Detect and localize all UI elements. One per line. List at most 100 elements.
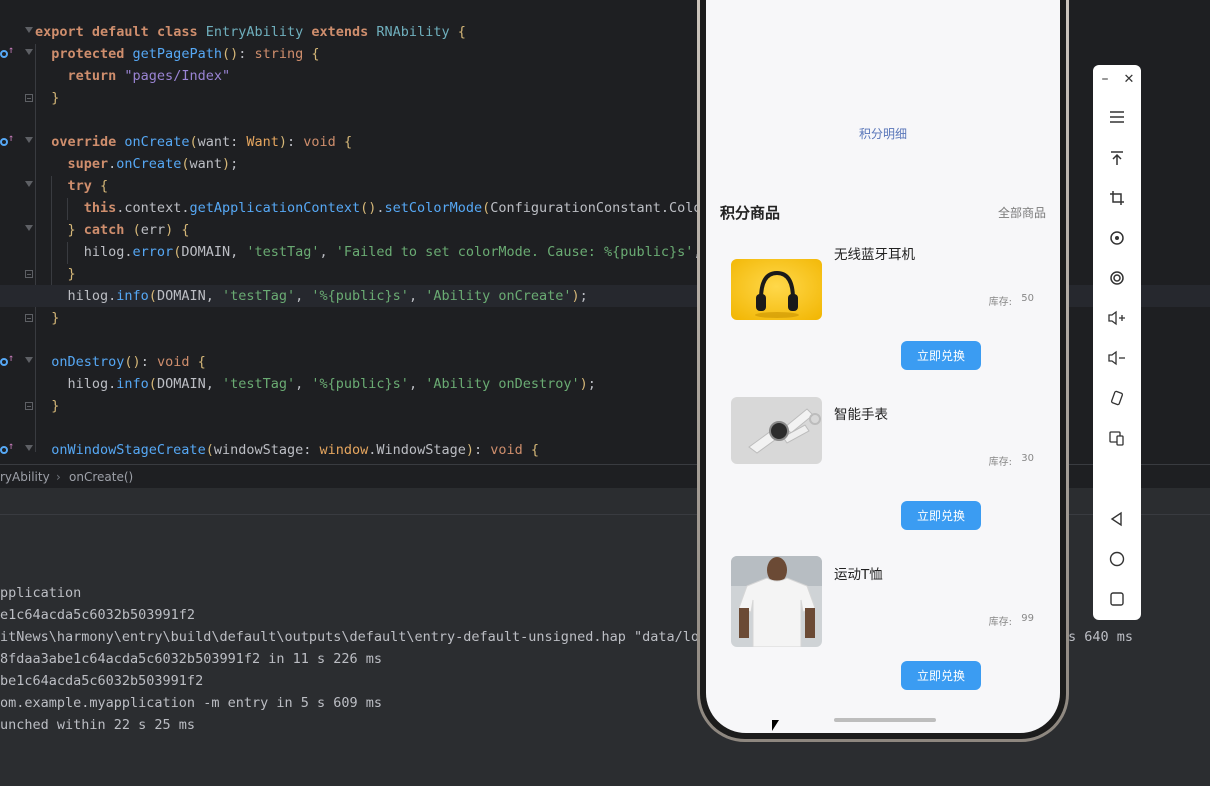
code-text: onDestroy(): void {: [35, 351, 205, 373]
breadcrumb-class[interactable]: ryAbility: [0, 466, 50, 488]
code-token: ) {: [165, 222, 190, 238]
code-token: try: [67, 178, 101, 194]
override-marker-icon[interactable]: ↑: [0, 442, 14, 456]
code-token: want:: [197, 134, 247, 150]
menu-icon[interactable]: [1105, 105, 1129, 129]
code-text: }: [35, 395, 59, 417]
code-token: return: [67, 68, 125, 84]
fold-toggle-icon[interactable]: [25, 357, 33, 366]
section-title: 积分商品: [720, 204, 781, 222]
code-token: info: [116, 288, 149, 304]
crop-screenshot-icon[interactable]: [1105, 186, 1129, 210]
back-icon[interactable]: [1105, 507, 1129, 531]
log-line: om.example.myapplication -m entry in 5 s…: [0, 695, 383, 711]
code-token: :: [140, 354, 157, 370]
code-token: getApplicationContext: [189, 200, 361, 216]
code-token: onWindowStageCreate: [51, 442, 206, 458]
fold-toggle-icon[interactable]: [25, 225, 33, 234]
code-token: 'testTag': [221, 288, 296, 304]
code-token: export: [35, 24, 92, 40]
override-marker-icon[interactable]: ↑: [0, 354, 14, 368]
code-token: (: [189, 134, 198, 150]
code-token: super: [67, 156, 109, 172]
fold-toggle-icon[interactable]: [25, 270, 33, 278]
pin-to-top-icon[interactable]: [1105, 146, 1129, 170]
code-token: :: [287, 134, 304, 150]
code-token: hilog.: [35, 244, 133, 260]
emulator-toolbar: – ✕: [1093, 65, 1141, 620]
points-detail-link[interactable]: 积分明细: [706, 125, 1060, 142]
close-button[interactable]: ✕: [1117, 67, 1141, 91]
code-token: (): [124, 354, 141, 370]
override-marker-icon[interactable]: ↑: [0, 134, 14, 148]
code-token: windowStage:: [213, 442, 320, 458]
log-line: e1c64acda5c6032b503991f2: [0, 607, 196, 623]
code-token: catch: [83, 222, 133, 238]
code-token: info: [116, 376, 149, 392]
redeem-button[interactable]: 立即兑换: [901, 501, 981, 530]
minimize-button[interactable]: –: [1093, 67, 1117, 91]
redeem-button[interactable]: 立即兑换: [901, 661, 981, 690]
code-token: err: [140, 222, 166, 238]
product-card: 运动T恤 库存: 99 立即兑换: [706, 556, 1060, 720]
fold-toggle-icon[interactable]: [25, 137, 33, 146]
code-token: ,: [408, 288, 426, 304]
shake-icon[interactable]: [1105, 386, 1129, 410]
code-text: try {: [35, 175, 109, 197]
home-icon[interactable]: [1105, 547, 1129, 571]
code-token: ;: [230, 156, 239, 172]
smartwatch-image: [731, 397, 822, 464]
home-indicator[interactable]: [834, 718, 936, 722]
volume-down-icon[interactable]: [1105, 346, 1129, 370]
code-token: (): [221, 46, 239, 62]
fold-toggle-icon[interactable]: [25, 94, 33, 102]
rotate-icon[interactable]: [1105, 226, 1129, 250]
code-text: protected getPagePath(): string {: [35, 43, 319, 65]
code-token: want: [189, 156, 222, 172]
volume-up-icon[interactable]: [1105, 306, 1129, 330]
multi-device-icon[interactable]: [1105, 426, 1129, 450]
code-token: }: [51, 398, 60, 414]
code-token: 'testTag': [246, 244, 320, 260]
code-token: onCreate: [116, 156, 182, 172]
code-token: }: [67, 222, 84, 238]
code-text: hilog.info(DOMAIN, 'testTag', '%{public}…: [35, 285, 588, 307]
code-token: DOMAIN,: [156, 376, 222, 392]
code-token: .context.: [116, 200, 190, 216]
code-token: 'Ability onCreate': [425, 288, 572, 304]
code-token: protected: [51, 46, 133, 62]
breadcrumb-method[interactable]: onCreate(): [69, 466, 133, 488]
fold-toggle-icon[interactable]: [25, 49, 33, 58]
code-token: RNAbility: [376, 24, 458, 40]
tshirt-image: [731, 556, 822, 647]
code-token: (: [205, 442, 214, 458]
code-token: ): [465, 442, 474, 458]
code-token: DOMAIN,: [181, 244, 247, 260]
stock-value: 50: [1021, 293, 1034, 304]
fold-toggle-icon[interactable]: [25, 181, 33, 190]
code-token: window: [319, 442, 369, 458]
screen-record-icon[interactable]: [1105, 266, 1129, 290]
code-token: ): [579, 376, 588, 392]
phone-screen[interactable]: 积分明细 积分商品 全部商品 无线蓝牙耳机 库存: 50 立即兑换 智能手表 库…: [706, 0, 1060, 733]
code-text: } catch (err) {: [35, 219, 190, 241]
code-token: void: [156, 354, 198, 370]
fold-toggle-icon[interactable]: [25, 402, 33, 410]
fold-toggle-icon[interactable]: [25, 27, 33, 36]
product-name: 无线蓝牙耳机: [834, 247, 915, 263]
code-token: 'Failed to set colorMode. Cause: %{publi…: [335, 244, 694, 260]
code-token: :: [473, 442, 491, 458]
redeem-button[interactable]: 立即兑换: [901, 341, 981, 370]
code-token: (: [148, 376, 157, 392]
recent-apps-icon[interactable]: [1105, 587, 1129, 611]
fold-toggle-icon[interactable]: [25, 445, 33, 454]
all-products-link[interactable]: 全部商品: [998, 204, 1046, 221]
fold-toggle-icon[interactable]: [25, 314, 33, 322]
override-marker-icon[interactable]: ↑: [0, 46, 14, 60]
